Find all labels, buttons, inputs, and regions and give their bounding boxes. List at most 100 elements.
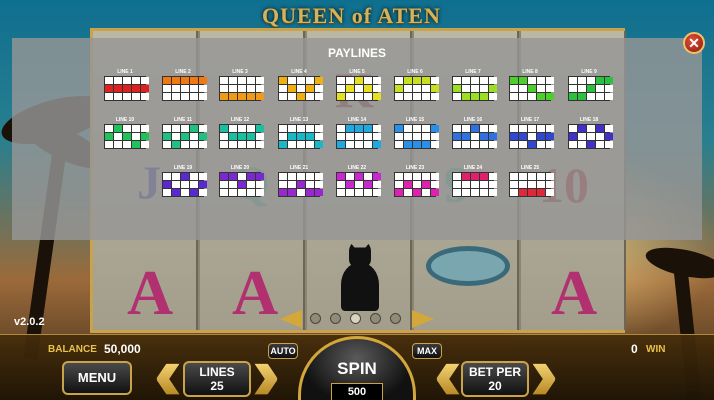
payline-24: LINE 24 [452,165,497,197]
balance-label: BALANCE [48,344,97,355]
payline-13: LINE 13 [278,117,323,149]
payline-9: LINE 9 [568,69,613,101]
payline-label: LINE 1 [117,69,133,75]
cat-symbol-icon [335,241,385,311]
payline-pattern [219,124,264,149]
payline-pattern [278,76,323,101]
version-label: v2.0.2 [14,316,45,328]
payline-20: LINE 20 [219,165,264,197]
auto-button[interactable]: AUTO [268,343,298,359]
page-next-arrow-icon[interactable] [412,310,434,328]
payline-pattern [219,76,264,101]
payline-pattern [278,172,323,197]
symbol-a: A [127,257,174,328]
payline-label: LINE 9 [581,69,597,75]
payline-10: LINE 10 [104,117,149,149]
eye-of-horus-icon [426,246,510,286]
payline-label: LINE 20 [230,165,250,171]
bet-per-label: BET PER [468,365,521,379]
payline-label: LINE 24 [463,165,483,171]
payline-label: LINE 10 [115,117,135,123]
max-button[interactable]: MAX [412,343,442,359]
balance-value: 50,000 [104,342,141,356]
payline-2: LINE 2 [162,69,207,101]
win-value: 0 [631,342,638,356]
payline-4: LINE 4 [278,69,323,101]
payline-label: LINE 16 [463,117,483,123]
payline-16: LINE 16 [452,117,497,149]
symbol-a: A [232,257,279,328]
bet-per-value: 20 [488,379,502,393]
payline-5: LINE 5 [336,69,381,101]
payline-label: LINE 2 [175,69,191,75]
lines-value: 25 [210,379,224,393]
payline-pattern [278,124,323,149]
payline-25: LINE 25 [509,165,554,197]
page-dot-4[interactable] [370,313,381,324]
payline-22: LINE 22 [336,165,381,197]
page-dot-2[interactable] [330,313,341,324]
payline-pattern [568,124,613,149]
payline-label: LINE 21 [289,165,309,171]
lines-selector: LINES 25 [183,361,251,397]
spin-label: SPIN [337,359,377,378]
payline-pattern [104,76,149,101]
payline-23: LINE 23 [394,165,439,197]
payline-3: LINE 3 [219,69,264,101]
payline-pattern [452,124,497,149]
payline-label: LINE 3 [232,69,248,75]
payline-label: LINE 12 [230,117,250,123]
payline-label: LINE 22 [347,165,367,171]
payline-label: LINE 18 [579,117,599,123]
payline-label: LINE 5 [349,69,365,75]
payline-pattern [394,172,439,197]
page-dot-3[interactable] [350,313,361,324]
payline-label: LINE 17 [520,117,540,123]
payline-18: LINE 18 [568,117,613,149]
bet-decrease-button[interactable] [436,363,460,395]
payline-label: LINE 11 [173,117,193,123]
lines-label: LINES [199,365,235,379]
payline-pattern [162,124,207,149]
page-dot-1[interactable] [310,313,321,324]
payline-label: LINE 6 [407,69,423,75]
game-title-logo: QUEEN of ATEN [262,3,441,28]
payline-17: LINE 17 [509,117,554,149]
menu-button[interactable]: MENU [62,361,132,395]
payline-pattern [452,76,497,101]
payline-pattern [509,76,554,101]
payline-pattern [336,124,381,149]
payline-label: LINE 7 [465,69,481,75]
payline-pattern [394,76,439,101]
payline-pattern [568,76,613,101]
payline-label: LINE 14 [347,117,367,123]
game-stage: QUEEN of ATEN J A Q A K 9 10 A PAYLINES … [0,0,714,400]
payline-pattern [394,124,439,149]
payline-8: LINE 8 [509,69,554,101]
lines-increase-button[interactable] [254,363,278,395]
payline-pattern [336,172,381,197]
paylines-overlay: PAYLINES LINE 1 LINE 2 LINE 3 LINE 4 LINE 5 L… [12,38,702,240]
payline-label: LINE 19 [173,165,193,171]
payline-label: LINE 23 [405,165,425,171]
payline-11: LINE 11 [162,117,207,149]
payline-label: LINE 25 [520,165,540,171]
page-dot-5[interactable] [390,313,401,324]
payline-pattern [162,172,207,197]
bet-increase-button[interactable] [532,363,556,395]
payline-label: LINE 4 [291,69,307,75]
payline-14: LINE 14 [336,117,381,149]
payline-pattern [452,172,497,197]
lines-decrease-button[interactable] [156,363,180,395]
close-button[interactable]: ✕ [683,32,705,54]
payline-12: LINE 12 [219,117,264,149]
bet-per-selector: BET PER 20 [461,361,529,397]
payline-label: LINE 8 [522,69,538,75]
page-prev-arrow-icon[interactable] [280,310,302,328]
paylines-title: PAYLINES [327,46,387,60]
total-bet-value: 500 [331,383,383,400]
symbol-a: A [551,257,598,328]
payline-7: LINE 7 [452,69,497,101]
payline-pattern [162,76,207,101]
payline-1: LINE 1 [104,69,149,101]
